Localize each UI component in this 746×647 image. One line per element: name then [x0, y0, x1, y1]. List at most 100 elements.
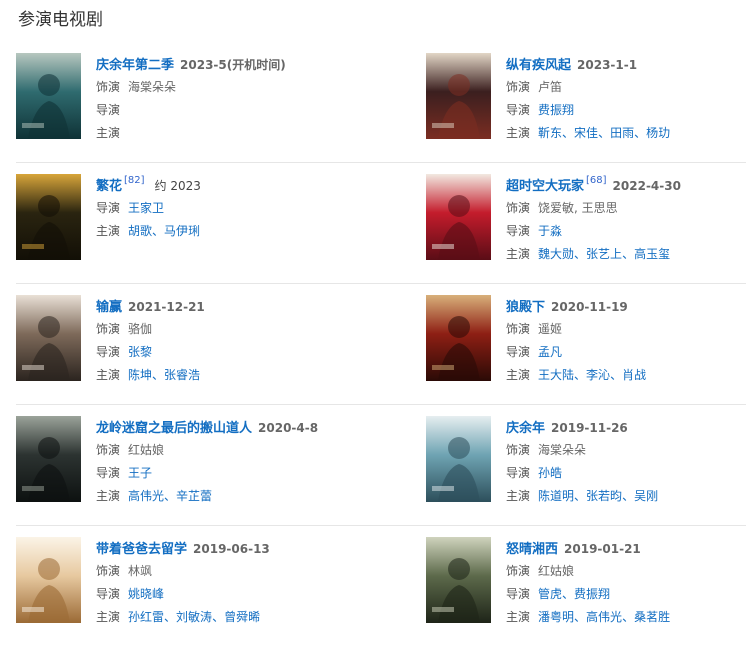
- director-row: 导演 管虎、费振翔: [506, 583, 746, 606]
- separator: 、: [574, 368, 587, 382]
- starring-name-link[interactable]: 高伟光: [586, 610, 622, 624]
- director-name-link[interactable]: 于淼: [538, 224, 562, 238]
- starring-name-link[interactable]: 马伊琍: [164, 224, 200, 238]
- starring-row: 主演 胡歌、马伊琍: [96, 220, 426, 243]
- director-label: 导演: [96, 587, 121, 601]
- poster-image[interactable]: [16, 295, 81, 381]
- director-name-link[interactable]: 王子: [128, 466, 152, 480]
- poster-image[interactable]: [426, 416, 491, 502]
- starring-values: 高伟光、辛芷蕾: [128, 489, 212, 503]
- starring-name-link[interactable]: 靳东: [538, 126, 562, 140]
- starring-name-link[interactable]: 陈道明: [538, 489, 574, 503]
- release-date: 2020-4-8: [258, 421, 319, 435]
- director-name-link[interactable]: 王家卫: [128, 201, 164, 215]
- poster-image[interactable]: [426, 295, 491, 381]
- starring-name-link[interactable]: 张艺上: [586, 247, 622, 261]
- poster-image[interactable]: [16, 537, 81, 623]
- drama-title-link[interactable]: 繁花: [96, 179, 122, 194]
- role-label: 饰演: [96, 443, 121, 457]
- director-label: 导演: [506, 466, 531, 480]
- starring-name-link[interactable]: 张睿浩: [164, 368, 200, 382]
- poster-image[interactable]: [16, 53, 81, 139]
- role-row: 饰演 红姑娘: [96, 439, 426, 462]
- starring-name-link[interactable]: 刘敏涛: [176, 610, 212, 624]
- drama-info: 龙岭迷窟之最后的搬山道人 2020-4-8 饰演 红姑娘 导演 王子 主演 高伟光、辛芷…: [96, 417, 426, 508]
- director-values: 王子: [128, 466, 152, 480]
- release-date: 2020-11-19: [551, 300, 628, 314]
- starring-name-link[interactable]: 张若昀: [586, 489, 622, 503]
- starring-name-link[interactable]: 魏大勋: [538, 247, 574, 261]
- director-name-link[interactable]: 孙皓: [538, 466, 562, 480]
- director-name-link[interactable]: 张黎: [128, 345, 152, 359]
- director-name-link[interactable]: 管虎: [538, 587, 562, 601]
- starring-name-link[interactable]: 吴刚: [634, 489, 658, 503]
- starring-name-link[interactable]: 高玉玺: [634, 247, 670, 261]
- director-row: 导演 于淼: [506, 220, 746, 243]
- starring-name-link[interactable]: 桑茗胜: [634, 610, 670, 624]
- starring-name-link[interactable]: 杨玏: [646, 126, 670, 140]
- starring-label: 主演: [506, 126, 531, 140]
- drama-item: 繁花 [82] 约 2023 导演 王家卫 主演 胡歌、马伊琍: [16, 163, 426, 284]
- separator: 、: [598, 126, 611, 140]
- role-value: 骆伽: [128, 322, 153, 336]
- director-values: 孙皓: [538, 466, 562, 480]
- drama-title-link[interactable]: 超时空大玩家: [506, 179, 584, 194]
- drama-info: 庆余年第二季 2023-5(开机时间) 饰演 海棠朵朵 导演 主演: [96, 54, 426, 145]
- starring-label: 主演: [96, 610, 121, 624]
- title-line: 狼殿下 2020-11-19: [506, 296, 746, 318]
- poster-image[interactable]: [426, 53, 491, 139]
- starring-name-link[interactable]: 王大陆: [538, 368, 574, 382]
- starring-name-link[interactable]: 高伟光: [128, 489, 164, 503]
- separator: 、: [152, 224, 165, 238]
- role-value: 遥姬: [538, 322, 563, 336]
- starring-name-link[interactable]: 李沁: [586, 368, 610, 382]
- poster-image[interactable]: [16, 416, 81, 502]
- role-row: 饰演 红姑娘: [506, 560, 746, 583]
- starring-name-link[interactable]: 曾舜晞: [224, 610, 260, 624]
- director-name-link[interactable]: 费振翔: [574, 587, 610, 601]
- poster-image[interactable]: [426, 537, 491, 623]
- director-label: 导演: [506, 587, 531, 601]
- drama-title-link[interactable]: 带着爸爸去留学: [96, 542, 187, 557]
- drama-title-link[interactable]: 龙岭迷窟之最后的搬山道人: [96, 421, 252, 436]
- director-name-link[interactable]: 姚晓峰: [128, 587, 164, 601]
- role-value: 卢笛: [538, 80, 563, 94]
- starring-name-link[interactable]: 孙红雷: [128, 610, 164, 624]
- title-line: 怒晴湘西 2019-01-21: [506, 538, 746, 560]
- drama-title-link[interactable]: 怒晴湘西: [506, 542, 558, 557]
- drama-title-link[interactable]: 庆余年第二季: [96, 58, 174, 73]
- starring-name-link[interactable]: 胡歌: [128, 224, 152, 238]
- separator: 、: [634, 126, 647, 140]
- poster-art: [16, 174, 81, 260]
- starring-name-link[interactable]: 陈坤: [128, 368, 152, 382]
- starring-label: 主演: [506, 368, 531, 382]
- poster-image[interactable]: [426, 174, 491, 260]
- director-row: 导演 王子: [96, 462, 426, 485]
- role-row: 饰演 遥姬: [506, 318, 746, 341]
- citation-link[interactable]: [82]: [124, 175, 145, 186]
- poster-image[interactable]: [16, 174, 81, 260]
- drama-info: 超时空大玩家 [68] 2022-4-30 饰演 饶爱敏, 王思思 导演 于淼 主演 魏大…: [506, 175, 746, 266]
- director-label: 导演: [96, 103, 121, 117]
- starring-label: 主演: [96, 368, 121, 382]
- director-name-link[interactable]: 孟凡: [538, 345, 562, 359]
- starring-values: 陈道明、张若昀、吴刚: [538, 489, 658, 503]
- starring-name-link[interactable]: 潘粤明: [538, 610, 574, 624]
- citation-link[interactable]: [68]: [586, 175, 607, 186]
- director-label: 导演: [506, 103, 531, 117]
- starring-name-link[interactable]: 宋佳: [574, 126, 598, 140]
- starring-name-link[interactable]: 肖战: [622, 368, 646, 382]
- starring-name-link[interactable]: 田雨: [610, 126, 634, 140]
- drama-title-link[interactable]: 纵有疾风起: [506, 58, 571, 73]
- starring-name-link[interactable]: 辛芷蕾: [176, 489, 212, 503]
- starring-label: 主演: [96, 489, 121, 503]
- director-row: 导演: [96, 99, 426, 122]
- separator: 、: [562, 587, 575, 601]
- separator: 、: [622, 247, 635, 261]
- drama-title-link[interactable]: 狼殿下: [506, 300, 545, 315]
- drama-title-link[interactable]: 庆余年: [506, 421, 545, 436]
- director-name-link[interactable]: 费振翔: [538, 103, 574, 117]
- drama-title-link[interactable]: 输赢: [96, 300, 122, 315]
- starring-label: 主演: [506, 610, 531, 624]
- starring-values: 王大陆、李沁、肖战: [538, 368, 646, 382]
